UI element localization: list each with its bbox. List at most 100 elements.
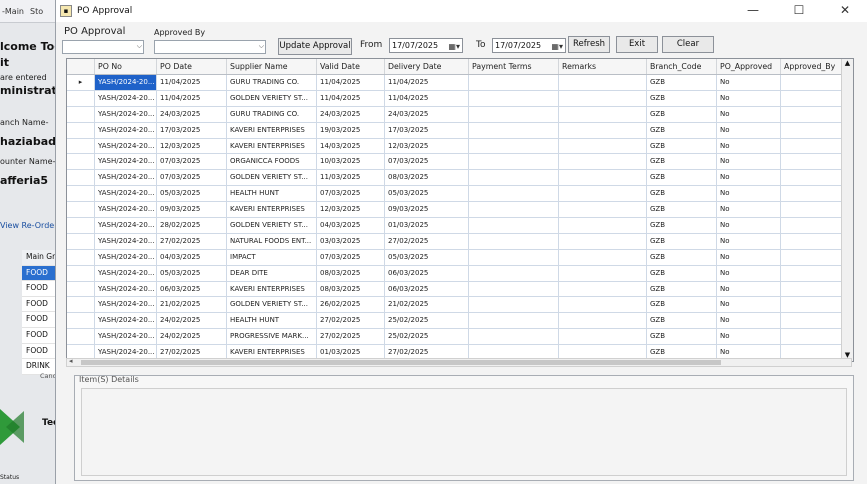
scroll-up-icon[interactable]: ▲ (842, 59, 853, 67)
cell-branch-code[interactable]: GZB (647, 297, 717, 313)
cell-remarks[interactable] (559, 90, 647, 106)
cell-po-approved[interactable]: No (717, 297, 781, 313)
minimize-button[interactable]: — (730, 0, 776, 22)
maximize-button[interactable]: ☐ (776, 0, 822, 22)
table-row[interactable]: ▸ YASH/2024-20... 11/04/2025 GURU TRADING C… (67, 75, 853, 91)
cell-po-date[interactable]: 24/02/2025 (157, 329, 227, 345)
cell-delivery-date[interactable]: 11/04/2025 (385, 90, 469, 106)
vertical-scrollbar[interactable]: ▲ ▼ (841, 59, 853, 361)
cell-po-no[interactable]: YASH/2024-20... (95, 90, 157, 106)
cell-valid-date[interactable]: 10/03/2025 (317, 154, 385, 170)
table-row[interactable]: YASH/2024-20... 06/03/2025 KAVERI ENTERPRI… (67, 281, 853, 298)
from-date-picker[interactable]: 17/07/2025 ▦▾ (389, 38, 463, 53)
cell-po-no[interactable]: YASH/2024-20... (95, 218, 157, 233)
cell-payment-terms[interactable] (469, 218, 559, 233)
menu-store[interactable]: Sto (30, 7, 43, 16)
cell-po-approved[interactable]: No (717, 265, 781, 281)
column-header-payment-terms[interactable]: Payment Terms (469, 59, 559, 74)
scrollbar-thumb[interactable] (81, 360, 721, 365)
table-row[interactable]: YASH/2024-20... 17/03/2025 KAVERI ENTERPRI… (67, 122, 853, 139)
row-selector[interactable]: ▸ (67, 75, 95, 90)
cell-branch-code[interactable]: GZB (647, 75, 717, 90)
cell-supplier-name[interactable]: NATURAL FOODS ENT... (227, 233, 317, 249)
cell-branch-code[interactable]: GZB (647, 186, 717, 202)
cell-delivery-date[interactable]: 05/03/2025 (385, 249, 469, 265)
cell-delivery-date[interactable]: 24/03/2025 (385, 106, 469, 122)
cell-supplier-name[interactable]: ORGANICCA FOODS (227, 154, 317, 170)
cell-valid-date[interactable]: 07/03/2025 (317, 186, 385, 202)
cell-po-date[interactable]: 07/03/2025 (157, 154, 227, 170)
column-header-approved-by[interactable]: Approved_By (781, 59, 843, 74)
cell-po-date[interactable]: 28/02/2025 (157, 218, 227, 233)
cell-po-approved[interactable]: No (717, 75, 781, 90)
cell-po-approved[interactable]: No (717, 90, 781, 106)
cell-branch-code[interactable]: GZB (647, 154, 717, 170)
cell-po-approved[interactable]: No (717, 186, 781, 202)
cell-delivery-date[interactable]: 17/03/2025 (385, 122, 469, 138)
exit-button[interactable]: Exit (616, 36, 658, 53)
cell-po-approved[interactable]: No (717, 138, 781, 154)
cell-approved-by[interactable] (781, 218, 843, 233)
cell-delivery-date[interactable]: 25/02/2025 (385, 329, 469, 345)
cell-po-date[interactable]: 05/03/2025 (157, 186, 227, 202)
cell-approved-by[interactable] (781, 313, 843, 329)
cell-approved-by[interactable] (781, 170, 843, 186)
cell-payment-terms[interactable] (469, 90, 559, 106)
cell-payment-terms[interactable] (469, 329, 559, 345)
cell-valid-date[interactable]: 07/03/2025 (317, 249, 385, 265)
cell-branch-code[interactable]: GZB (647, 90, 717, 106)
cell-branch-code[interactable]: GZB (647, 329, 717, 345)
calendar-icon[interactable]: ▦▾ (448, 40, 460, 53)
horizontal-scrollbar[interactable]: ◂ (66, 357, 852, 367)
row-selector[interactable] (67, 106, 95, 122)
cell-po-date[interactable]: 09/03/2025 (157, 202, 227, 218)
cell-payment-terms[interactable] (469, 75, 559, 90)
table-row[interactable]: YASH/2024-20... 07/03/2025 GOLDEN VERIETY … (67, 170, 853, 187)
cell-approved-by[interactable] (781, 202, 843, 218)
cell-payment-terms[interactable] (469, 138, 559, 154)
column-header-delivery-date[interactable]: Delivery Date (385, 59, 469, 74)
cell-po-date[interactable]: 11/04/2025 (157, 75, 227, 90)
row-selector[interactable] (67, 186, 95, 202)
cell-payment-terms[interactable] (469, 281, 559, 297)
column-header-po-approved[interactable]: PO_Approved (717, 59, 781, 74)
cell-delivery-date[interactable]: 11/04/2025 (385, 75, 469, 90)
cell-po-approved[interactable]: No (717, 313, 781, 329)
cell-po-date[interactable]: 04/03/2025 (157, 249, 227, 265)
cell-approved-by[interactable] (781, 249, 843, 265)
close-button[interactable]: ✕ (822, 0, 867, 22)
cell-po-no[interactable]: YASH/2024-20... (95, 313, 157, 329)
cell-payment-terms[interactable] (469, 122, 559, 138)
cell-approved-by[interactable] (781, 281, 843, 297)
cell-payment-terms[interactable] (469, 249, 559, 265)
cell-branch-code[interactable]: GZB (647, 170, 717, 186)
cell-po-no[interactable]: YASH/2024-20... (95, 170, 157, 186)
cell-valid-date[interactable]: 03/03/2025 (317, 233, 385, 249)
cell-payment-terms[interactable] (469, 186, 559, 202)
cell-po-approved[interactable]: No (717, 249, 781, 265)
table-row[interactable]: YASH/2024-20... 24/02/2025 HEALTH HUNT 27/0… (67, 313, 853, 330)
table-row[interactable]: YASH/2024-20... 05/03/2025 HEALTH HUNT 07/0… (67, 186, 853, 203)
cell-po-no[interactable]: YASH/2024-20... (95, 281, 157, 297)
cell-remarks[interactable] (559, 186, 647, 202)
cell-po-no[interactable]: YASH/2024-20... (95, 249, 157, 265)
cell-po-date[interactable]: 21/02/2025 (157, 297, 227, 313)
cell-supplier-name[interactable]: KAVERI ENTERPRISES (227, 202, 317, 218)
cell-remarks[interactable] (559, 75, 647, 90)
cell-supplier-name[interactable]: GOLDEN VERIETY ST... (227, 90, 317, 106)
column-header-valid-date[interactable]: Valid Date (317, 59, 385, 74)
cell-valid-date[interactable]: 27/02/2025 (317, 329, 385, 345)
cell-delivery-date[interactable]: 25/02/2025 (385, 313, 469, 329)
cell-supplier-name[interactable]: KAVERI ENTERPRISES (227, 138, 317, 154)
cell-po-no[interactable]: YASH/2024-20... (95, 233, 157, 249)
cell-supplier-name[interactable]: HEALTH HUNT (227, 186, 317, 202)
cell-delivery-date[interactable]: 08/03/2025 (385, 170, 469, 186)
clear-button[interactable]: Clear (662, 36, 714, 53)
cell-remarks[interactable] (559, 202, 647, 218)
cell-po-date[interactable]: 06/03/2025 (157, 281, 227, 297)
cell-branch-code[interactable]: GZB (647, 138, 717, 154)
cell-po-approved[interactable]: No (717, 154, 781, 170)
calendar-icon[interactable]: ▦▾ (551, 40, 563, 53)
row-selector[interactable] (67, 233, 95, 249)
table-row[interactable]: YASH/2024-20... 21/02/2025 GOLDEN VERIETY … (67, 297, 853, 314)
